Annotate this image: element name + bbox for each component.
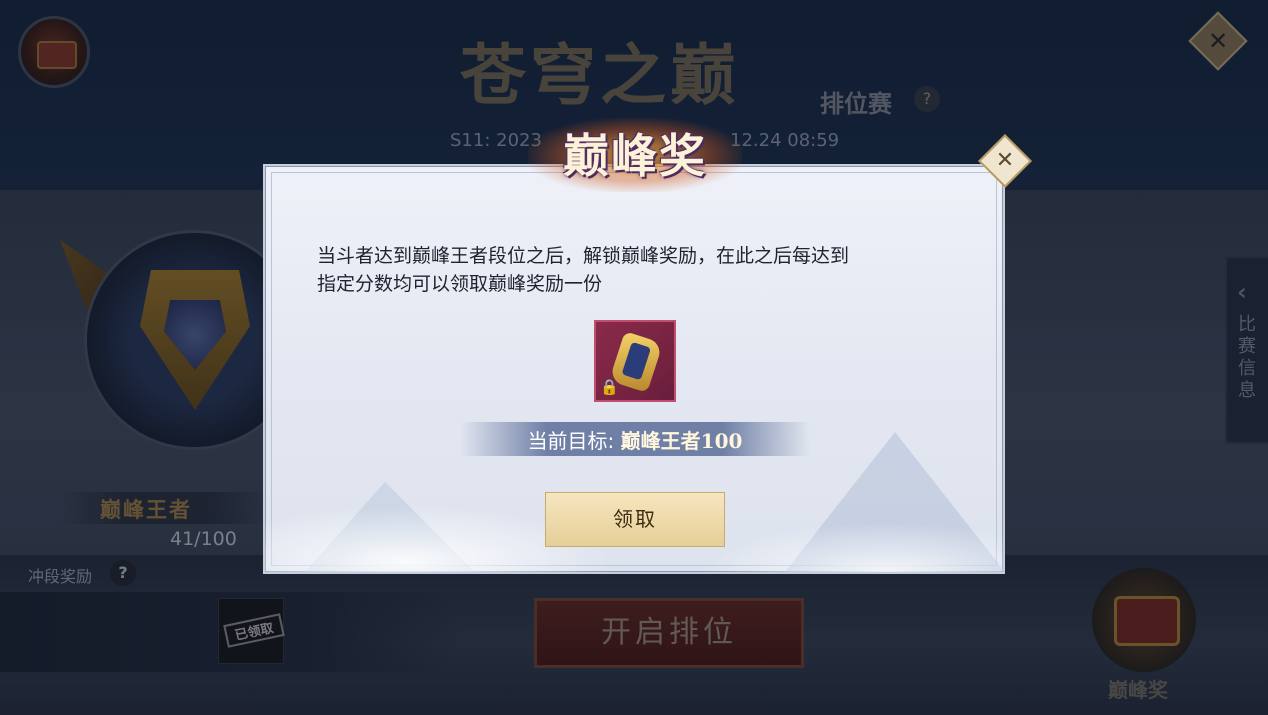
dialog-title-banner: 巅峰奖	[528, 112, 742, 196]
description-line: 当斗者达到巅峰王者段位之后，解锁巅峰奖励，在此之后每达到	[317, 245, 850, 267]
current-target: 当前目标: 巅峰王者100	[460, 425, 810, 454]
dialog-description: 当斗者达到巅峰王者段位之后，解锁巅峰奖励，在此之后每达到 指定分数均可以领取巅峰…	[317, 242, 967, 298]
target-value: 巅峰王者100	[620, 429, 743, 453]
target-label: 当前目标:	[527, 429, 621, 453]
scroll-reward-icon[interactable]: 🔒	[594, 320, 676, 402]
lock-icon: 🔒	[600, 378, 619, 396]
dialog-title: 巅峰奖	[563, 129, 707, 183]
claim-button[interactable]: 领取	[545, 492, 725, 547]
description-line: 指定分数均可以领取巅峰奖励一份	[317, 273, 603, 295]
close-icon: ✕	[995, 148, 1015, 173]
